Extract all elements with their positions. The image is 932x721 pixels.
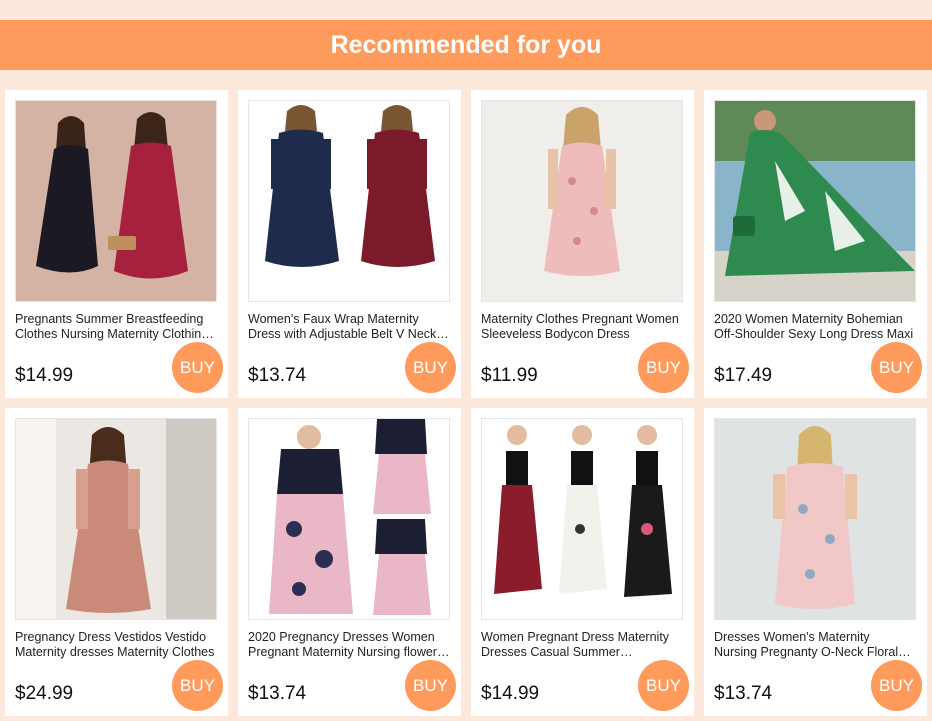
product-image[interactable] <box>481 418 683 620</box>
buy-button[interactable]: BUY <box>638 660 689 711</box>
product-card[interactable]: Maternity Clothes Pregnant Women Sleevel… <box>471 90 694 398</box>
banner-title: Recommended for you <box>330 30 602 59</box>
product-image[interactable] <box>15 418 217 620</box>
buy-button[interactable]: BUY <box>405 660 456 711</box>
product-image[interactable] <box>15 100 217 302</box>
product-title[interactable]: Maternity Clothes Pregnant Women Sleevel… <box>481 312 683 342</box>
buy-button[interactable]: BUY <box>172 660 223 711</box>
product-title[interactable]: Pregnants Summer Breastfeeding Clothes N… <box>15 312 217 342</box>
product-price: $14.99 <box>15 365 74 386</box>
product-card[interactable]: Dresses Women's Maternity Nursing Pregna… <box>704 408 927 716</box>
product-title[interactable]: Women's Faux Wrap Maternity Dress with A… <box>248 312 450 342</box>
product-image[interactable] <box>248 100 450 302</box>
product-price: $17.49 <box>714 365 773 386</box>
product-image[interactable] <box>248 418 450 620</box>
product-card[interactable]: 2020 Pregnancy Dresses Women Pregnant Ma… <box>238 408 461 716</box>
product-price: $13.74 <box>248 365 307 386</box>
product-card[interactable]: Pregnancy Dress Vestidos Vestido Materni… <box>5 408 228 716</box>
product-price: $14.99 <box>481 683 540 704</box>
product-card[interactable]: Pregnants Summer Breastfeeding Clothes N… <box>5 90 228 398</box>
product-title[interactable]: 2020 Pregnancy Dresses Women Pregnant Ma… <box>248 630 450 660</box>
product-image[interactable] <box>714 418 916 620</box>
recommended-banner: Recommended for you <box>0 20 932 70</box>
buy-button[interactable]: BUY <box>172 342 223 393</box>
product-card[interactable]: Women Pregnant Dress Maternity Dresses C… <box>471 408 694 716</box>
buy-button[interactable]: BUY <box>871 342 922 393</box>
product-card[interactable]: 2020 Women Maternity Bohemian Off-Should… <box>704 90 927 398</box>
buy-button[interactable]: BUY <box>405 342 456 393</box>
product-price: $11.99 <box>481 365 538 386</box>
buy-button[interactable]: BUY <box>638 342 689 393</box>
product-title[interactable]: Women Pregnant Dress Maternity Dresses C… <box>481 630 683 660</box>
product-title[interactable]: Pregnancy Dress Vestidos Vestido Materni… <box>15 630 217 660</box>
product-image[interactable] <box>714 100 916 302</box>
product-title[interactable]: Dresses Women's Maternity Nursing Pregna… <box>714 630 916 660</box>
product-title[interactable]: 2020 Women Maternity Bohemian Off-Should… <box>714 312 916 342</box>
product-card[interactable]: Women's Faux Wrap Maternity Dress with A… <box>238 90 461 398</box>
buy-button[interactable]: BUY <box>871 660 922 711</box>
product-price: $13.74 <box>248 683 307 704</box>
product-price: $13.74 <box>714 683 773 704</box>
product-price: $24.99 <box>15 683 74 704</box>
product-image[interactable] <box>481 100 683 302</box>
